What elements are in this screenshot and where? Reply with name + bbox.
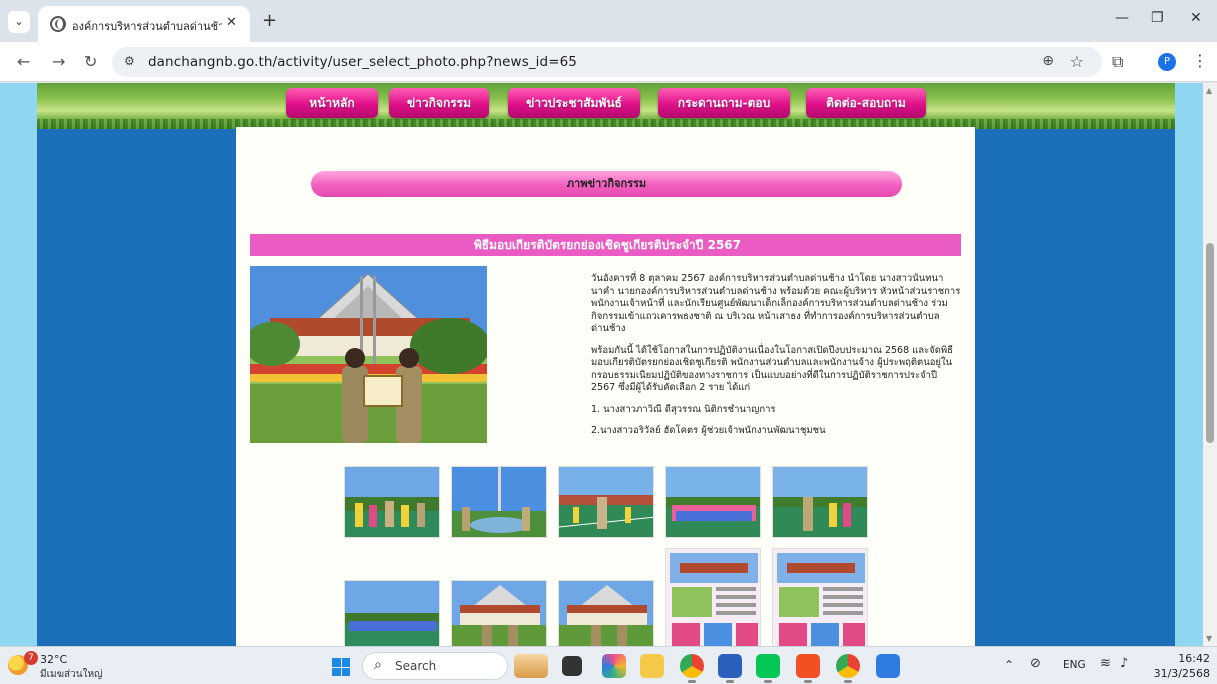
search-icon: ⌕: [374, 657, 382, 673]
scrollbar-thumb[interactable]: [1206, 243, 1214, 443]
address-bar[interactable]: ⚙ danchangnb.go.th/activity/user_select_…: [112, 47, 1102, 77]
minimize-button[interactable]: —: [1115, 10, 1129, 26]
scroll-up-arrow-icon[interactable]: ▲: [1206, 86, 1212, 95]
forward-arrow-icon[interactable]: →: [52, 52, 65, 71]
gallery-thumbnail[interactable]: [665, 466, 761, 538]
zoom-icon[interactable]: ⊕: [1042, 53, 1054, 69]
taskbar: 7 32°C มีเมฆส่วนใหญ่ ⌕ Search ⌃ ⊘ ENG ≋ …: [0, 646, 1217, 684]
word-icon[interactable]: [718, 654, 742, 683]
url-text[interactable]: danchangnb.go.th/activity/user_select_ph…: [148, 54, 577, 70]
globe-icon: [50, 16, 66, 32]
gallery-thumbnail[interactable]: [451, 580, 547, 646]
profile-avatar[interactable]: P: [1158, 53, 1176, 71]
search-label: Search: [395, 659, 437, 673]
browser-menu-icon[interactable]: ⋮: [1192, 51, 1208, 70]
tab-title: องค์การบริหารส่วนตำบลด่านช้าง อำเภ: [72, 20, 222, 33]
extensions-icon[interactable]: ⧉: [1112, 52, 1123, 72]
reload-icon[interactable]: ↻: [84, 52, 97, 71]
weather-temperature[interactable]: 32°C: [40, 653, 67, 666]
close-window-button[interactable]: ✕: [1190, 10, 1202, 26]
gallery-thumbnail[interactable]: [772, 466, 868, 538]
content-panel: ภาพข่าวกิจกรรม พิธีมอบเกียรติบัตรยกย่องเ…: [236, 127, 975, 646]
network-icon[interactable]: ⊘: [1030, 656, 1041, 671]
gallery-thumbnail[interactable]: [451, 466, 547, 538]
awardee-1: 1. นางสาวภาวิณี ดีสุวรรณ นิติกรชำนาญการ: [591, 403, 776, 415]
language-indicator[interactable]: ENG: [1063, 659, 1086, 671]
page-scrollbar[interactable]: ▲ ▼: [1203, 83, 1217, 646]
line-icon[interactable]: [756, 654, 780, 683]
tab-close-button[interactable]: ✕: [226, 15, 237, 30]
clock-date[interactable]: 31/3/2568: [1150, 667, 1210, 680]
scroll-down-arrow-icon[interactable]: ▼: [1206, 634, 1212, 643]
windows-start-icon[interactable]: [332, 658, 350, 676]
nav-activity-news-button[interactable]: ข่าวกิจกรรม: [389, 88, 489, 118]
bookmark-star-icon[interactable]: ☆: [1070, 52, 1084, 71]
gallery-thumbnail[interactable]: [344, 580, 440, 646]
volume-icon[interactable]: ♪: [1120, 656, 1128, 671]
section-title: ภาพข่าวกิจกรรม: [311, 171, 902, 197]
new-tab-button[interactable]: +: [262, 10, 277, 31]
tab-search-button[interactable]: ⌄: [8, 11, 30, 33]
site-info-icon[interactable]: ⚙: [124, 54, 135, 68]
wifi-icon[interactable]: ≋: [1100, 656, 1111, 671]
browser-tab-strip: ⌄ องค์การบริหารส่วนตำบลด่านช้าง อำเภ ✕ +…: [0, 0, 1217, 42]
copilot-icon[interactable]: [602, 654, 626, 678]
awardee-2: 2.นางสาวอริวัลย์ ฮัดโคตร ผู้ช่วยเจ้าพนัก…: [591, 425, 826, 436]
file-explorer-icon[interactable]: [640, 654, 664, 678]
task-view-icon[interactable]: [562, 656, 582, 676]
photos-icon[interactable]: [876, 654, 900, 678]
gallery-thumbnail[interactable]: [558, 580, 654, 646]
nav-contact-button[interactable]: ติดต่อ-สอบถาม: [806, 88, 926, 118]
weather-description[interactable]: มีเมฆส่วนใหญ่: [40, 667, 103, 682]
gallery-poster-thumbnail[interactable]: [772, 548, 868, 646]
news-paragraph-1: วันอังคารที่ 8 ตุลาคม 2567 องค์การบริหาร…: [591, 273, 961, 334]
gallery-thumbnail[interactable]: [344, 466, 440, 538]
chrome-icon[interactable]: [680, 654, 704, 683]
back-arrow-icon[interactable]: ←: [17, 52, 30, 71]
gallery-poster-thumbnail[interactable]: [665, 548, 761, 646]
nav-pr-news-button[interactable]: ข่าวประชาสัมพันธ์: [508, 88, 640, 118]
chevron-up-icon[interactable]: ⌃: [1004, 658, 1014, 672]
main-news-photo[interactable]: [250, 266, 487, 443]
weather-badge: 7: [24, 651, 38, 665]
photo-editor-icon[interactable]: [796, 654, 820, 683]
chrome-profile-icon[interactable]: [836, 654, 860, 683]
taskbar-search[interactable]: ⌕ Search: [362, 652, 508, 680]
browser-toolbar: ← → ↻ ⚙ danchangnb.go.th/activity/user_s…: [0, 42, 1217, 82]
news-paragraph-2: พร้อมกันนี้ ได้ใช้โอกาสในการปฏิบัติงานเน…: [591, 344, 953, 394]
news-body: วันอังคารที่ 8 ตุลาคม 2567 องค์การบริหาร…: [591, 273, 963, 447]
gallery-thumbnail[interactable]: [558, 466, 654, 538]
browser-tab[interactable]: องค์การบริหารส่วนตำบลด่านช้าง อำเภ ✕: [38, 6, 250, 42]
maximize-button[interactable]: ❐: [1151, 10, 1164, 26]
clock-time[interactable]: 16:42: [1170, 652, 1210, 665]
nav-qa-board-button[interactable]: กระดานถาม-ตอบ: [658, 88, 790, 118]
page-viewport: หน้าหลัก ข่าวกิจกรรม ข่าวประชาสัมพันธ์ ก…: [0, 83, 1217, 646]
news-title: พิธีมอบเกียรติบัตรยกย่องเชิดชูเกียรติประ…: [250, 234, 961, 256]
nav-home-button[interactable]: หน้าหลัก: [286, 88, 378, 118]
widgets-icon[interactable]: [514, 654, 548, 678]
